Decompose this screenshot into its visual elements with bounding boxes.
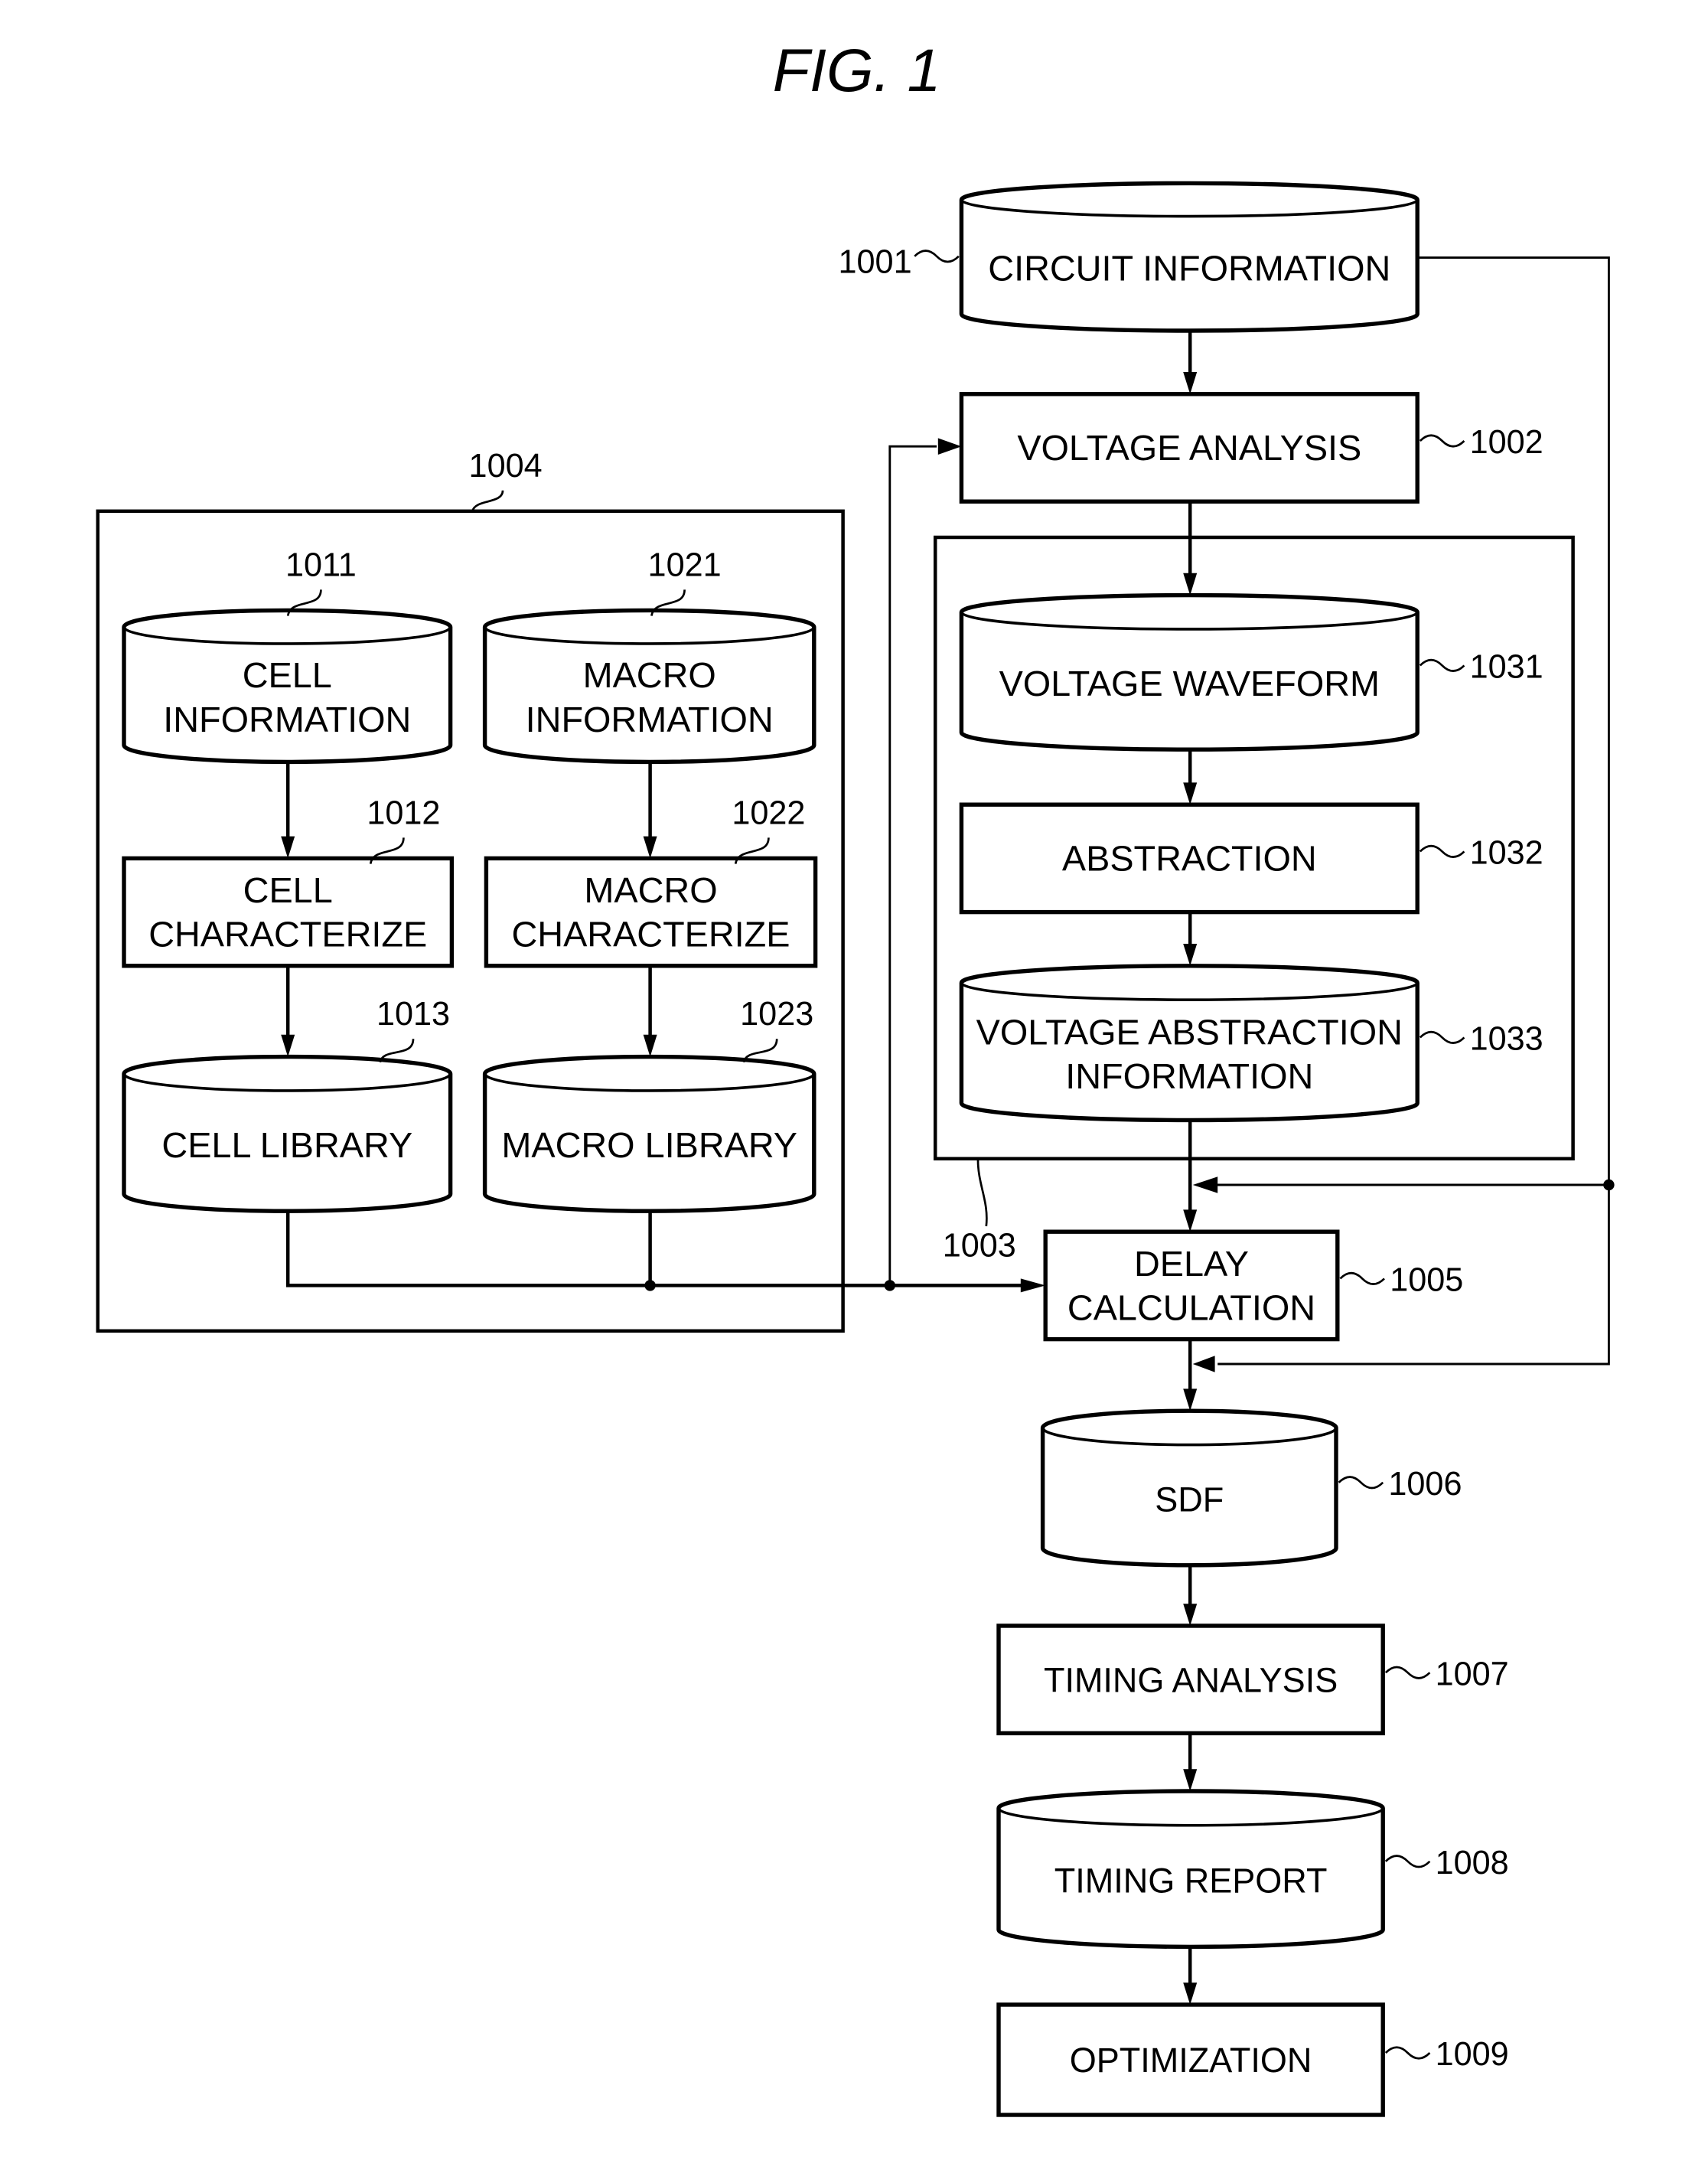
ref-numeral-1011: 1011	[285, 547, 357, 583]
ref-numeral-1006: 1006	[1388, 1466, 1462, 1503]
optimization-label: OPTIMIZATION	[1070, 2041, 1312, 2080]
macro-information-label: MACRO	[583, 655, 716, 695]
ref-numeral-1031: 1031	[1470, 649, 1543, 686]
edge-libraries-to-voltage-analysis	[888, 445, 937, 1286]
optimization-node: OPTIMIZATION	[996, 2002, 1385, 2117]
ref-lead-1033	[1419, 1030, 1465, 1044]
ref-numeral-1007: 1007	[1436, 1656, 1509, 1692]
edge-cell-characterize-to-library-arrowhead	[281, 1034, 295, 1057]
ref-lead-1001	[914, 250, 960, 263]
edge-delay-to-sdf-arrowhead	[1183, 1388, 1198, 1411]
voltage-waveform-node: VOLTAGE WAVEFORM	[959, 592, 1420, 752]
voltage-abstraction-information-label: VOLTAGE ABSTRACTION	[976, 1012, 1403, 1052]
ref-lead-1002	[1419, 434, 1465, 448]
ref-lead-1007	[1384, 1666, 1431, 1679]
ref-lead-1009	[1384, 2046, 1431, 2060]
ref-lead-1031	[1419, 658, 1465, 672]
macro-information-node: MACRO INFORMATION	[482, 608, 817, 765]
ref-numeral-1023: 1023	[740, 996, 813, 1033]
voltage-analysis-node: VOLTAGE ANALYSIS	[959, 392, 1420, 504]
edge-circuit-to-voltage-analysis-arrowhead	[1183, 372, 1198, 394]
ref-numeral-1008: 1008	[1436, 1845, 1509, 1881]
cell-characterize-label: CHARACTERIZE	[148, 915, 427, 954]
cell-library-node: CELL LIBRARY	[122, 1054, 453, 1213]
macro-library-label: MACRO LIBRARY	[501, 1125, 797, 1165]
macro-information-label: INFORMATION	[526, 700, 774, 739]
ref-numeral-1022: 1022	[732, 795, 805, 831]
edge-circuit-info-to-sdf-arrowhead	[1192, 1356, 1215, 1372]
abstraction-label: ABSTRACTION	[1062, 839, 1317, 879]
ref-numeral-1003: 1003	[943, 1228, 1016, 1264]
voltage-abstraction-information-node: VOLTAGE ABSTRACTIONINFORMATION	[959, 964, 1420, 1123]
node-layer: CIRCUIT INFORMATION VOLTAGE ANALYSIS VOLTA…	[122, 181, 1420, 2117]
edge-timing-report-to-optimization-arrowhead	[1183, 1982, 1198, 2005]
ref-numeral-1001: 1001	[839, 243, 912, 280]
timing-analysis-label: TIMING ANALYSIS	[1044, 1660, 1338, 1699]
ref-numeral-1009: 1009	[1436, 2036, 1509, 2073]
ref-numeral-1021: 1021	[648, 547, 722, 583]
flowchart-canvas: FIG. 1 CIRCUIT INFORMATION VOLTAGE ANALYS…	[96, 36, 1615, 2117]
voltage-analysis-label: VOLTAGE ANALYSIS	[1017, 428, 1361, 468]
edge-cell-info-to-characterize-arrowhead	[281, 836, 295, 859]
ref-lead-1006	[1338, 1476, 1384, 1490]
edge-circuit-info-to-delay-arrowhead	[1192, 1176, 1218, 1193]
timing-report-node: TIMING REPORT	[996, 1789, 1385, 1950]
ref-lead-1004	[471, 490, 504, 512]
ref-lead-1008	[1384, 1855, 1431, 1868]
edge-abstraction-info-to-delay-arrowhead	[1183, 1209, 1198, 1232]
cell-characterize-label: CELL	[243, 870, 333, 910]
delay-calculation-label: CALCULATION	[1068, 1287, 1315, 1327]
macro-characterize-node: MACRO CHARACTERIZE	[484, 856, 818, 968]
edge-libraries-to-voltage-analysis-arrowhead	[937, 438, 962, 455]
edge-macro-info-to-characterize-arrowhead	[643, 836, 657, 859]
edge-cell-library-bus	[285, 1211, 890, 1287]
delay-calculation-label: DELAY	[1134, 1244, 1249, 1284]
ref-numeral-1032: 1032	[1470, 835, 1543, 872]
edge-voltage-analysis-to-waveform-arrowhead	[1183, 573, 1198, 596]
junction-dot-library-bus	[644, 1280, 656, 1291]
macro-characterize-label: CHARACTERIZE	[511, 915, 790, 954]
macro-library-node: MACRO LIBRARY	[482, 1054, 817, 1213]
ref-numeral-1002: 1002	[1470, 424, 1543, 461]
circuit-information-node: CIRCUIT INFORMATION	[959, 181, 1420, 333]
figure-title: FIG. 1	[773, 36, 941, 104]
edge-libraries-to-delay-arrowhead	[1020, 1278, 1046, 1293]
edge-macro-characterize-to-library-arrowhead	[643, 1034, 657, 1057]
macro-characterize-label: MACRO	[584, 870, 717, 910]
timing-analysis-node: TIMING ANALYSIS	[996, 1623, 1385, 1736]
ref-lead-1003	[976, 1160, 988, 1227]
voltage-abstraction-information-label: INFORMATION	[1065, 1056, 1313, 1096]
ref-numeral-1012: 1012	[367, 795, 440, 831]
ref-numeral-1005: 1005	[1390, 1262, 1463, 1299]
delay-calculation-node: DELAYCALCULATION	[1043, 1229, 1340, 1342]
ref-numeral-1004: 1004	[469, 448, 543, 485]
abstraction-node: ABSTRACTION	[959, 802, 1420, 915]
cell-characterize-node: CELL CHARACTERIZE	[122, 856, 455, 968]
cell-information-label: CELL	[243, 655, 332, 695]
voltage-waveform-label: VOLTAGE WAVEFORM	[999, 664, 1380, 703]
edge-abstraction-to-abstraction-info-arrowhead	[1183, 944, 1198, 966]
ref-lead-1032	[1419, 844, 1465, 858]
ref-lead-1005	[1339, 1271, 1385, 1285]
timing-report-label: TIMING REPORT	[1054, 1861, 1328, 1900]
edge-timing-analysis-to-report-arrowhead	[1183, 1769, 1198, 1791]
cell-information-label: INFORMATION	[163, 700, 411, 739]
edge-waveform-to-abstraction-arrowhead	[1183, 782, 1198, 805]
cell-library-label: CELL LIBRARY	[161, 1125, 412, 1165]
sdf-label: SDF	[1155, 1480, 1224, 1519]
sdf-node: SDF	[1040, 1408, 1338, 1568]
ref-numeral-1013: 1013	[376, 996, 450, 1033]
circuit-information-label: CIRCUIT INFORMATION	[988, 248, 1390, 288]
cell-information-node: CELL INFORMATION	[122, 608, 453, 765]
edge-sdf-to-timing-analysis-arrowhead	[1183, 1604, 1198, 1626]
connector-layer	[281, 256, 1615, 2005]
ref-numeral-1033: 1033	[1470, 1021, 1543, 1058]
